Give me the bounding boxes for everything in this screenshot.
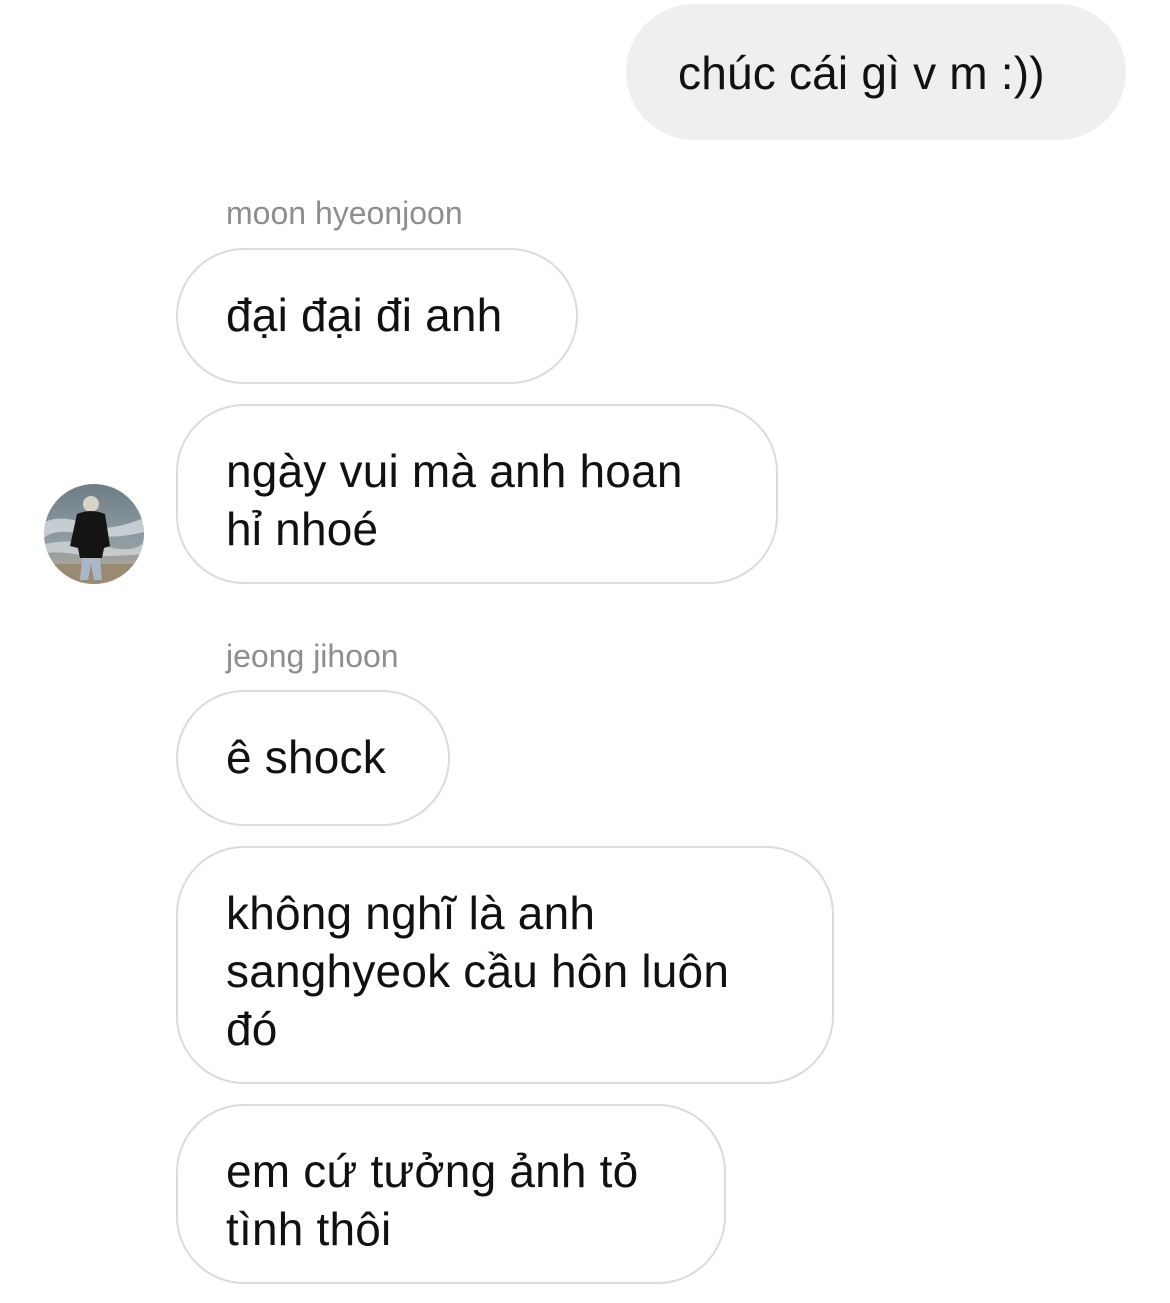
message-text: ngày vui mà anh hoan hỉ nhoé bbox=[226, 445, 683, 555]
sender-name: moon hyeonjoon bbox=[226, 195, 463, 231]
message-text: không nghĩ là anh sanghyeok cầu hôn luôn… bbox=[226, 887, 730, 1055]
message-text: em cứ tưởng ảnh tỏ tình thôi bbox=[226, 1145, 639, 1255]
incoming-message-bubble[interactable]: ngày vui mà anh hoan hỉ nhoé bbox=[176, 404, 778, 584]
user-avatar-photo[interactable] bbox=[44, 484, 144, 584]
sender-name: jeong jihoon bbox=[226, 638, 399, 674]
avatar-photo-icon bbox=[44, 484, 144, 584]
incoming-message-bubble[interactable]: ê shock bbox=[176, 690, 450, 826]
outgoing-message-bubble[interactable]: chúc cái gì v m :)) bbox=[626, 4, 1126, 140]
incoming-message-bubble[interactable]: đại đại đi anh bbox=[176, 248, 578, 384]
incoming-message-bubble[interactable]: không nghĩ là anh sanghyeok cầu hôn luôn… bbox=[176, 846, 834, 1084]
message-text: đại đại đi anh bbox=[226, 289, 503, 341]
incoming-message-bubble[interactable]: em cứ tưởng ảnh tỏ tình thôi bbox=[176, 1104, 726, 1284]
message-text: ê shock bbox=[226, 731, 386, 783]
message-text: chúc cái gì v m :)) bbox=[678, 47, 1045, 99]
